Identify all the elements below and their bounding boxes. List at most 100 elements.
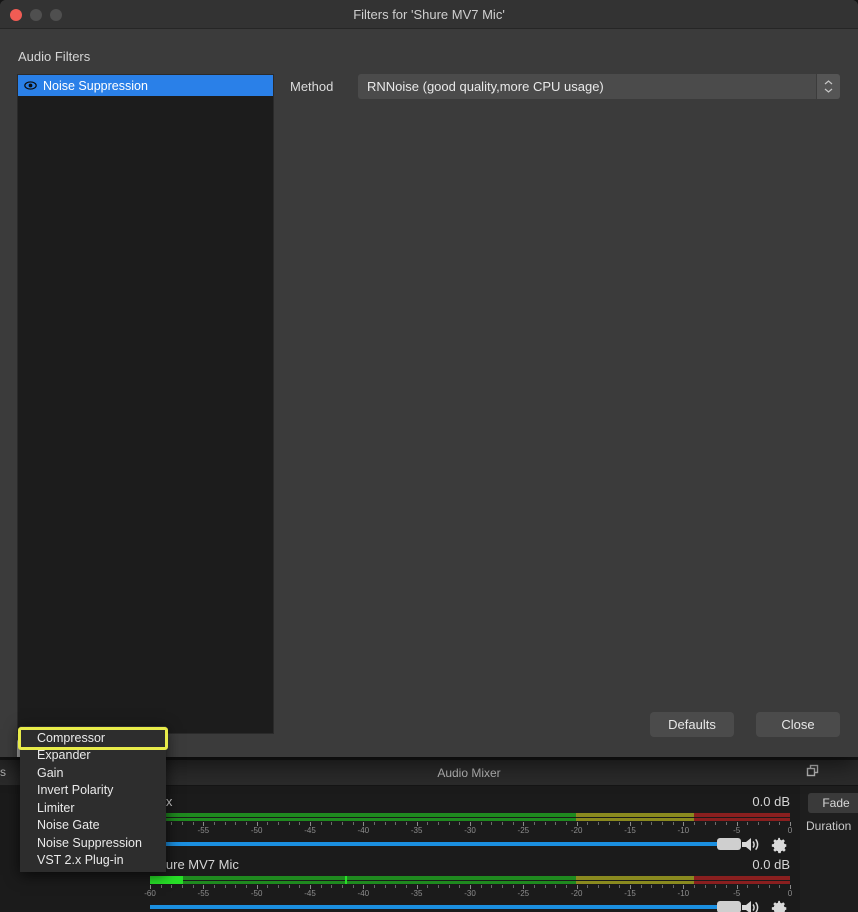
audio-filters-label: Audio Filters	[18, 49, 91, 64]
meter-tick	[459, 885, 461, 888]
meter-tick	[598, 822, 599, 825]
filter-list-item[interactable]: Noise Suppression	[18, 75, 273, 96]
meter-tick	[534, 822, 535, 825]
meter-tick	[502, 822, 503, 825]
meter-tick-label: 0	[787, 889, 793, 898]
volume-slider-track	[150, 842, 730, 846]
transition-type-button[interactable]: Fade	[808, 793, 858, 813]
meter-tick	[192, 885, 194, 888]
meter-tick	[320, 885, 322, 888]
meter-scale: -60-55-50-45-40-35-30-25-20-15-10-50	[144, 822, 793, 836]
meter-tick	[299, 885, 301, 888]
meter-tick	[278, 822, 279, 825]
meter-tick	[267, 885, 269, 888]
add-filter-menu-item[interactable]: Invert Polarity	[20, 782, 166, 800]
meter-tick	[459, 822, 461, 825]
meter-tick	[715, 885, 717, 888]
meter-tick-label: -50	[250, 826, 263, 835]
meter-tick	[342, 885, 343, 888]
meter-tick	[672, 822, 674, 825]
add-filter-menu-item[interactable]: Noise Suppression	[20, 834, 166, 852]
transition-duration-label: Duration	[806, 819, 852, 833]
meter-tick	[171, 885, 173, 888]
add-filter-menu-item[interactable]: Expander	[20, 747, 166, 765]
meter-tick	[779, 822, 781, 825]
close-button[interactable]: Close	[756, 712, 840, 737]
meter-tick	[715, 822, 717, 825]
meter-tick	[192, 822, 194, 825]
meter-tick-label: -40	[357, 826, 370, 835]
duplicate-icon[interactable]	[806, 764, 820, 783]
meter-tick	[331, 822, 333, 825]
filter-properties-pane: Method RNNoise (good quality,more CPU us…	[290, 74, 840, 99]
meter-tick-label: -45	[304, 889, 316, 898]
add-filter-menu-item[interactable]: Limiter	[20, 799, 166, 817]
dialog-body: Audio Filters Noise Suppression Method R…	[0, 29, 858, 757]
meter-tick	[182, 885, 183, 888]
meter-tick	[640, 885, 642, 888]
close-button-label: Close	[781, 717, 815, 732]
meter-tick	[768, 822, 770, 825]
mixer-volume-slider[interactable]	[150, 899, 790, 912]
method-stepper[interactable]	[816, 74, 840, 99]
meter-tick	[555, 822, 557, 825]
meter-tick	[608, 885, 610, 888]
add-filter-menu[interactable]: Compressor Expander Gain Invert Polarity Lim…	[20, 726, 166, 872]
add-filter-menu-item[interactable]: Gain	[20, 764, 166, 782]
meter-tick	[779, 885, 781, 888]
mixer-track-meter: -60-55-50-45-40-35-30-25-20-15-10-50	[144, 876, 792, 898]
meter-tick	[267, 822, 269, 825]
meter-tick	[384, 885, 386, 888]
mixer-track-db: 0.0 dB	[752, 794, 790, 809]
meter-tick-label: -40	[357, 889, 370, 898]
meter-scale: -60-55-50-45-40-35-30-25-20-15-10-50	[144, 885, 793, 899]
meter-tick	[758, 885, 759, 888]
meter-tick	[160, 885, 162, 888]
meter-tick	[694, 885, 695, 888]
scene-transitions-header	[800, 760, 858, 786]
meter-tick-label: -25	[517, 889, 530, 898]
gear-icon[interactable]	[771, 900, 788, 912]
meter-tick-label: -10	[677, 889, 690, 898]
close-window-button[interactable]	[10, 9, 22, 21]
filter-list-item-label: Noise Suppression	[43, 78, 148, 93]
meter-tick	[214, 885, 215, 888]
speaker-icon[interactable]	[740, 899, 760, 912]
add-filter-menu-item-label: Invert Polarity	[37, 783, 114, 798]
meter-tick	[534, 885, 535, 888]
meter-tick	[480, 885, 482, 888]
eye-icon[interactable]	[24, 79, 37, 92]
mixer-track-meter: -60-55-50-45-40-35-30-25-20-15-10-50	[144, 813, 792, 835]
meter-tick-label: -5	[733, 826, 741, 835]
meter-bar-bottom	[150, 818, 790, 821]
screen-root: s Audio Mixer Aux0.0 dB-60-55-50-45-40-3…	[0, 0, 858, 912]
meter-tick-label: -55	[197, 826, 210, 835]
chevron-down-icon	[824, 88, 833, 93]
minimize-window-button[interactable]	[30, 9, 42, 21]
maximize-window-button[interactable]	[50, 9, 62, 21]
meter-tick	[214, 822, 215, 825]
meter-tick	[406, 822, 407, 825]
add-filter-menu-item-label: Gain	[37, 765, 64, 780]
meter-tick-label: 0	[787, 826, 793, 835]
meter-bar-top	[150, 876, 790, 880]
meter-tick	[299, 822, 301, 825]
add-filter-menu-item[interactable]: Compressor	[20, 729, 166, 747]
meter-tick	[662, 822, 663, 825]
meter-tick	[406, 885, 407, 888]
meter-tick-label: -20	[570, 826, 583, 835]
method-select[interactable]: RNNoise (good quality,more CPU usage)	[358, 74, 840, 99]
meter-tick	[480, 822, 482, 825]
meter-tick	[544, 885, 546, 888]
add-filter-menu-item[interactable]: Noise Gate	[20, 817, 166, 835]
volume-slider-handle[interactable]	[717, 901, 742, 912]
meter-tick-label: -15	[624, 826, 636, 835]
meter-tick	[320, 822, 322, 825]
meter-tick	[587, 822, 589, 825]
volume-slider-track	[150, 905, 730, 909]
add-filter-menu-item[interactable]: VST 2.x Plug-in	[20, 852, 166, 870]
filter-list[interactable]: Noise Suppression	[17, 74, 274, 734]
meter-tick	[512, 822, 514, 825]
defaults-button[interactable]: Defaults	[650, 712, 734, 737]
sources-dock-title: s	[0, 765, 6, 779]
